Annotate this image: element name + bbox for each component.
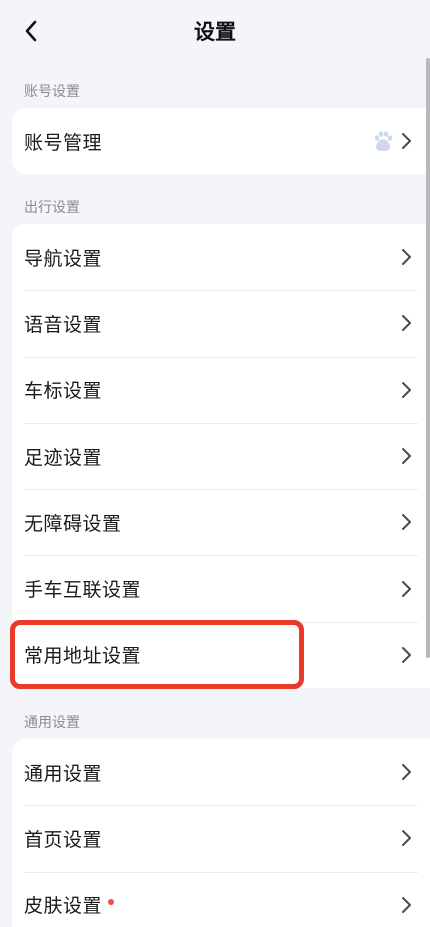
row-label: 手车互联设置 bbox=[24, 579, 142, 602]
footprint-settings-item[interactable]: 足迹设置 bbox=[12, 422, 430, 489]
chevron-right-icon bbox=[402, 896, 411, 913]
car-icon-settings-item[interactable]: 车标设置 bbox=[12, 356, 430, 423]
accessibility-settings-item[interactable]: 无障碍设置 bbox=[12, 489, 430, 555]
phone-car-link-settings-item[interactable]: 手车互联设置 bbox=[12, 555, 430, 621]
row-label: 导航设置 bbox=[24, 247, 103, 270]
section-label-account: 账号设置 bbox=[24, 84, 80, 100]
navigation-settings-item[interactable]: 导航设置 bbox=[12, 224, 430, 290]
voice-settings-item[interactable]: 语音设置 bbox=[12, 290, 430, 356]
chevron-right-icon bbox=[402, 646, 411, 663]
chevron-right-icon bbox=[402, 249, 411, 266]
row-label: 通用设置 bbox=[24, 762, 103, 785]
skin-settings-item[interactable]: 皮肤设置 bbox=[12, 871, 430, 927]
chevron-right-icon bbox=[402, 381, 411, 398]
chevron-right-icon bbox=[402, 580, 411, 597]
account-card: 账号管理 bbox=[12, 108, 430, 175]
chevron-right-icon bbox=[402, 315, 411, 332]
frequent-address-settings-item[interactable]: 常用地址设置 bbox=[12, 621, 430, 688]
chevron-right-icon bbox=[402, 514, 411, 531]
section-label-travel: 出行设置 bbox=[24, 200, 80, 216]
general-card: 通用设置 首页设置 皮肤设置 bbox=[12, 739, 430, 927]
homepage-settings-item[interactable]: 首页设置 bbox=[12, 805, 430, 871]
chevron-right-icon bbox=[402, 830, 411, 847]
row-label: 首页设置 bbox=[24, 828, 103, 851]
row-label: 车标设置 bbox=[24, 380, 103, 403]
chevron-right-icon bbox=[402, 764, 411, 781]
baidu-paw-icon bbox=[374, 131, 393, 152]
account-management-item[interactable]: 账号管理 bbox=[12, 108, 430, 174]
section-label-general: 通用设置 bbox=[24, 715, 80, 731]
scrollbar[interactable] bbox=[426, 58, 430, 658]
row-label: 足迹设置 bbox=[24, 446, 103, 469]
chevron-right-icon bbox=[402, 133, 411, 150]
row-label: 无障碍设置 bbox=[24, 512, 122, 535]
row-label: 账号管理 bbox=[24, 131, 103, 154]
travel-card: 导航设置 语音设置 车标设置 足迹设置 无障碍设置 手车互联设置 常用地址设置 bbox=[12, 224, 430, 689]
new-badge-dot bbox=[108, 898, 115, 905]
row-label: 语音设置 bbox=[24, 313, 103, 336]
row-label: 常用地址设置 bbox=[24, 645, 142, 668]
header-bar: 设置 bbox=[0, 0, 430, 62]
row-label: 皮肤设置 bbox=[24, 895, 103, 918]
general-settings-item[interactable]: 通用设置 bbox=[12, 739, 430, 805]
page-title: 设置 bbox=[194, 20, 236, 44]
chevron-right-icon bbox=[402, 448, 411, 465]
